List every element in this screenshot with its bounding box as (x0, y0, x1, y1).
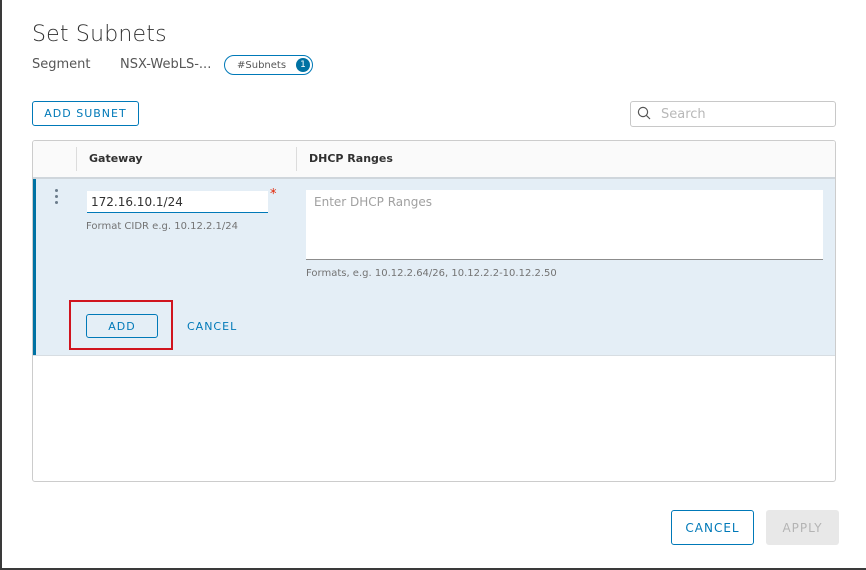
subnets-count-badge: 1 (296, 58, 310, 72)
subnets-count-pill[interactable]: #Subnets 1 (224, 55, 313, 75)
column-header-dhcp-ranges[interactable]: DHCP Ranges (309, 152, 393, 165)
grid-header: Gateway DHCP Ranges (33, 141, 835, 179)
segment-label: Segment (32, 57, 91, 72)
subnets-grid: Gateway DHCP Ranges * Format CIDR e.g. 1… (32, 140, 836, 482)
column-header-gateway[interactable]: Gateway (89, 152, 143, 165)
cancel-button[interactable]: CANCEL (671, 510, 754, 545)
window-frame-left (0, 0, 2, 570)
subnet-edit-row: * Format CIDR e.g. 10.12.2.1/24 Formats,… (33, 179, 835, 356)
row-actions-kebab-icon[interactable] (53, 189, 59, 204)
column-separator (296, 147, 297, 171)
search-icon (637, 105, 651, 124)
dialog-title: Set Subnets (32, 22, 167, 47)
row-active-indicator (33, 179, 36, 355)
dhcp-ranges-help-text: Formats, e.g. 10.12.2.64/26, 10.12.2.2-1… (306, 268, 557, 279)
search-input[interactable] (659, 105, 823, 123)
dhcp-ranges-input[interactable] (306, 190, 823, 260)
row-cancel-button[interactable]: CANCEL (187, 320, 237, 333)
subnets-pill-label: #Subnets (237, 59, 287, 71)
apply-button[interactable]: APPLY (766, 510, 839, 545)
gateway-input[interactable] (87, 191, 268, 213)
segment-value: NSX-WebLS-... (120, 57, 212, 72)
search-field[interactable] (630, 101, 836, 127)
column-separator (76, 147, 77, 171)
required-marker: * (270, 187, 277, 202)
add-subnet-button[interactable]: ADD SUBNET (32, 101, 139, 126)
add-button[interactable]: ADD (86, 314, 158, 338)
gateway-help-text: Format CIDR e.g. 10.12.2.1/24 (86, 221, 239, 232)
